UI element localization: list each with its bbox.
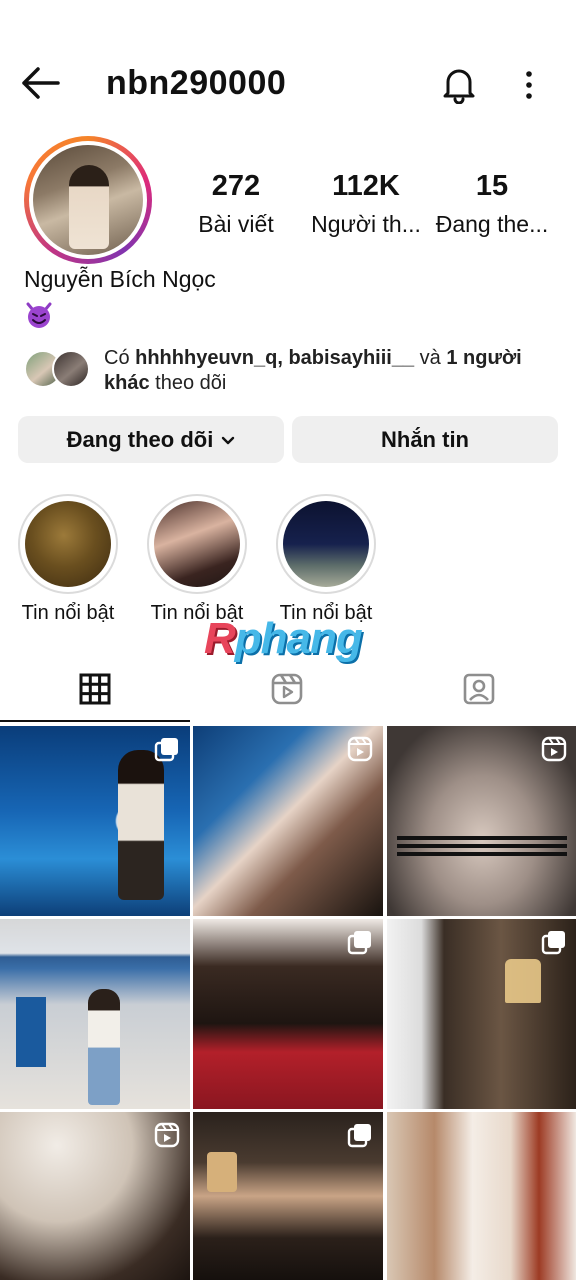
chevron-down-icon [222,436,235,445]
grid-post[interactable] [193,726,383,916]
reel-icon [347,736,373,762]
carousel-icon [347,1124,371,1148]
top-bar: nbn290000 [0,50,576,120]
carousel-icon [154,738,178,762]
profile-full-name: Nguyễn Bích Ngọc [24,266,216,292]
grid-post[interactable] [193,919,383,1109]
highlight-item[interactable]: Tin nổi bật [18,494,118,624]
highlight-thumbnail [283,501,369,587]
message-button[interactable]: Nhắn tin [292,416,558,463]
profile-avatar[interactable] [24,136,152,264]
mutual-suffix: theo dõi [149,372,227,394]
avatar [52,350,90,388]
message-label: Nhắn tin [381,427,469,452]
reel-icon [154,1122,180,1148]
profile-tabs [0,664,576,724]
watermark-first-letter: R [204,614,236,663]
highlight-label: Tin nổi bật [21,602,115,624]
back-button[interactable] [20,66,62,100]
mutual-prefix: Có [104,347,136,369]
stat-value: 272 [211,170,261,202]
tab-posts-grid[interactable] [0,664,192,724]
tab-reels[interactable] [192,664,384,724]
stat-following[interactable]: 15 Đang the... [422,168,562,244]
grid-post[interactable] [0,919,190,1109]
highlight-item[interactable]: Tin nổi bật [147,494,247,624]
carousel-icon [541,931,565,955]
arrow-left-icon [22,67,60,99]
grid-post[interactable] [387,726,576,916]
grid-icon [79,673,111,705]
notification-button[interactable] [440,64,478,105]
more-vertical-icon [526,71,532,99]
mutual-names: hhhhhyeuvn_q, babisayhiii__ [135,347,415,369]
watermark-logo: Rphang [204,614,363,664]
reels-icon [271,673,303,705]
stat-label: Bài viết [198,211,274,237]
grid-post[interactable] [0,726,190,916]
stat-label: Đang the... [435,211,549,237]
reel-icon [541,736,567,762]
stat-value: 112K [332,170,400,202]
profile-username: nbn290000 [106,64,287,102]
stat-value: 15 [475,170,509,202]
highlight-thumbnail [154,501,240,587]
watermark-rest: phang [234,614,363,663]
carousel-icon [347,931,371,955]
stat-label: Người th... [311,211,421,237]
grid-post[interactable] [0,1112,190,1280]
tagged-icon [463,673,495,705]
grid-post[interactable] [387,1112,576,1280]
stat-posts[interactable]: 272 Bài viết [166,168,306,244]
highlight-thumbnail [25,501,111,587]
tab-tagged[interactable] [384,664,576,724]
active-tab-indicator [0,720,190,722]
stat-followers[interactable]: 112K Người th... [296,168,436,244]
grid-post[interactable] [387,919,576,1109]
avatar-photo [33,145,143,255]
mutual-followers-avatars[interactable] [24,350,94,390]
highlight-item[interactable]: Tin nổi bật [276,494,376,624]
more-options-button[interactable] [516,68,542,102]
bio-emoji [24,300,54,330]
smiling-devil-icon [26,302,52,328]
mutual-middle: và [414,347,447,369]
grid-post[interactable] [193,1112,383,1280]
following-button[interactable]: Đang theo dõi [18,416,284,463]
posts-grid [0,726,576,1280]
following-label: Đang theo dõi [66,427,214,452]
bell-icon [443,69,475,105]
mutual-followers-text[interactable]: Có hhhhhyeuvn_q, babisayhiii__ và 1 ngườ… [104,346,554,396]
